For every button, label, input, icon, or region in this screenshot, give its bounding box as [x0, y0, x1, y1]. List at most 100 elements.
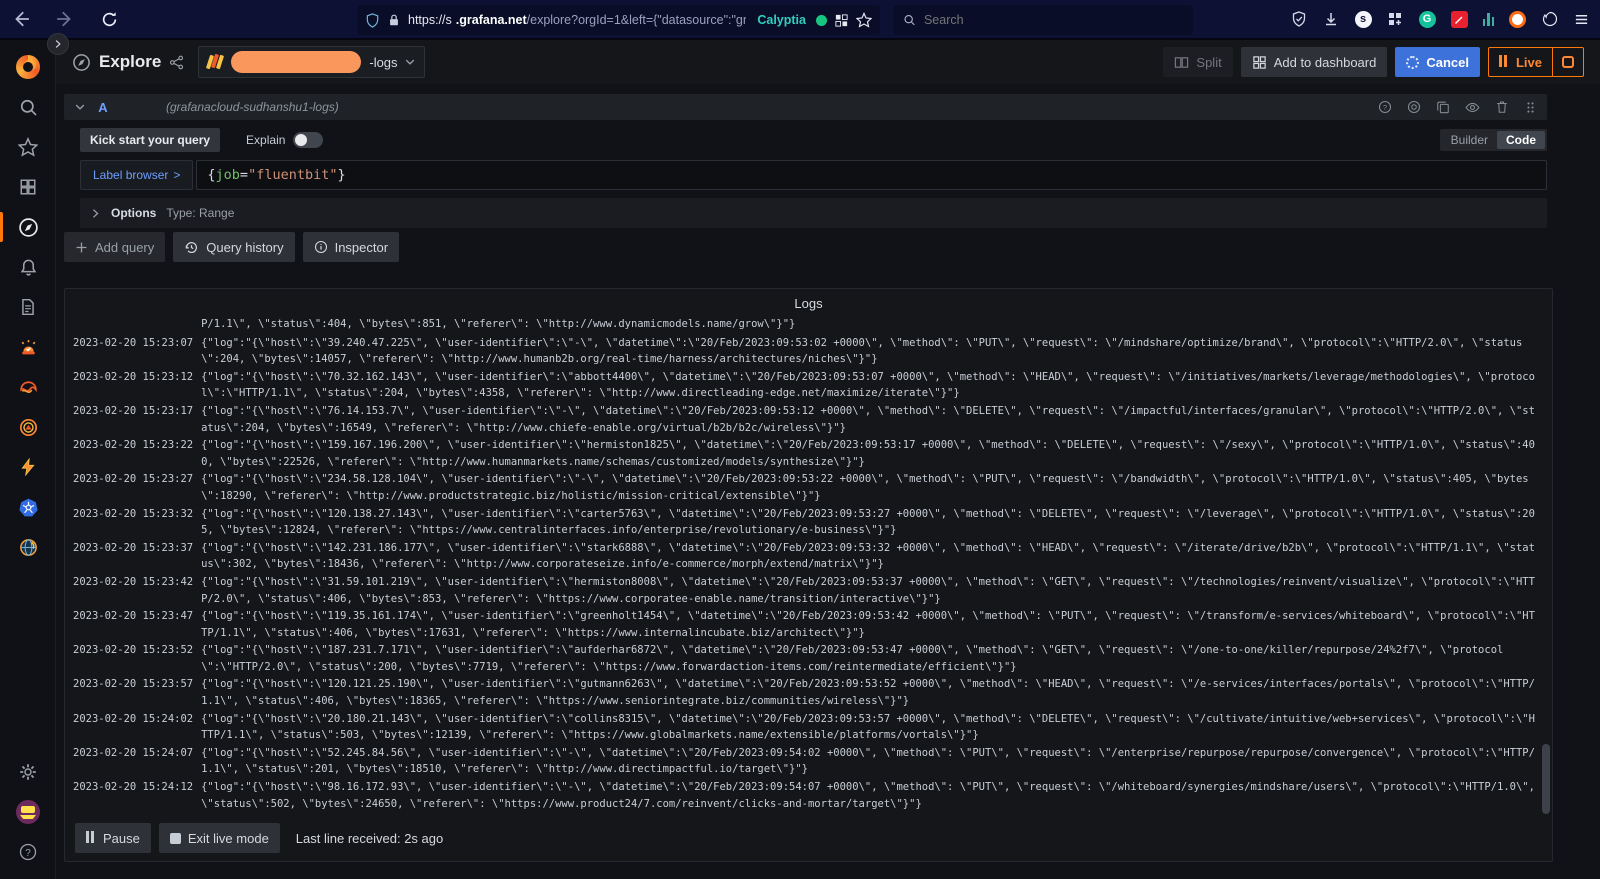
sidebar-item-dashboards[interactable]: [0, 172, 56, 202]
sidebar-item-kubernetes[interactable]: [0, 492, 56, 522]
exit-live-mode-button[interactable]: Exit live mode: [158, 823, 280, 853]
extension-s-icon[interactable]: s: [1354, 10, 1372, 28]
search-icon: [20, 99, 37, 116]
explain-toggle[interactable]: [293, 132, 324, 148]
log-row[interactable]: 2023-02-20 15:23:07 {"log":"{\"host\":\"…: [73, 335, 1540, 368]
log-row[interactable]: 2023-02-20 15:24:07 {"log":"{\"host\":\"…: [73, 745, 1540, 778]
log-row[interactable]: 2023-02-20 15:23:32 {"log":"{\"host\":\"…: [73, 506, 1540, 539]
sidebar-item-alerting[interactable]: [0, 252, 56, 282]
split-button[interactable]: Split: [1163, 47, 1233, 77]
log-row-partial[interactable]: 2023-02-20 15:23:02 P/1.1\", \"status\":…: [73, 319, 1540, 333]
datasource-picker[interactable]: -logs: [198, 46, 425, 78]
query-disable-icon[interactable]: [1407, 100, 1421, 114]
datasource-name-suffix: -logs: [369, 54, 398, 70]
log-row[interactable]: 2023-02-20 15:23:42 {"log":"{\"host\":\"…: [73, 574, 1540, 607]
sidebar-item-incident[interactable]: [0, 332, 56, 362]
globe-icon: [19, 538, 37, 556]
sidebar-item-performance-testing[interactable]: [0, 452, 56, 482]
compass-icon: [18, 217, 38, 237]
logs-scrollbar-thumb[interactable]: [1542, 744, 1550, 814]
lock-icon[interactable]: [387, 13, 401, 27]
sidebar-item-oncall[interactable]: [0, 412, 56, 442]
menu-hamburger-icon[interactable]: [1573, 11, 1590, 28]
query-history-button[interactable]: Query history: [173, 232, 295, 262]
log-row[interactable]: 2023-02-20 15:23:12 {"log":"{\"host\":\"…: [73, 369, 1540, 402]
log-message: {"log":"{\"host\":\"120.138.27.143\", \"…: [201, 507, 1535, 537]
log-timestamp: 2023-02-20 15:23:47: [73, 610, 194, 623]
query-duplicate-icon[interactable]: [1436, 100, 1450, 114]
log-row[interactable]: 2023-02-20 15:23:22 {"log":"{\"host\":\"…: [73, 437, 1540, 470]
bell-icon: [20, 259, 36, 276]
sidebar-expand-button[interactable]: [47, 33, 69, 55]
grammarly-icon[interactable]: G: [1418, 10, 1436, 28]
containers-icon[interactable]: [834, 13, 849, 28]
sidebar-item-administration[interactable]: [0, 757, 56, 787]
chevron-right-icon: [93, 208, 99, 218]
query-remove-trash-icon[interactable]: [1495, 100, 1509, 114]
mode-builder[interactable]: Builder: [1442, 131, 1497, 149]
sidebar-item-profile[interactable]: [0, 797, 56, 827]
live-pause-button[interactable]: Live: [1489, 48, 1553, 76]
cancel-button[interactable]: Cancel: [1395, 47, 1480, 77]
log-row[interactable]: 2023-02-20 15:23:52 {"log":"{\"host\":\"…: [73, 642, 1540, 675]
share-icon[interactable]: [169, 55, 184, 70]
reload-icon[interactable]: [98, 8, 120, 30]
sidebar-item-machine-learning[interactable]: [0, 372, 56, 402]
star-icon: [18, 137, 38, 157]
pause-button[interactable]: Pause: [75, 823, 151, 853]
log-row[interactable]: 2023-02-20 15:23:37 {"log":"{\"host\":\"…: [73, 540, 1540, 573]
log-row[interactable]: 2023-02-20 15:24:02 {"log":"{\"host\":\"…: [73, 711, 1540, 744]
query-code-editor[interactable]: {job = "fluentbit"}: [196, 160, 1547, 190]
collapse-chevron-icon[interactable]: [74, 101, 86, 113]
query-hide-eye-icon[interactable]: [1465, 100, 1480, 115]
privacy-shield-icon[interactable]: [1291, 11, 1308, 28]
tracking-shield-icon[interactable]: [365, 12, 380, 28]
query-row-header[interactable]: A (grafanacloud-sudhanshu1-logs) ?: [64, 94, 1547, 120]
container-dot-icon: [816, 14, 827, 26]
query-help-icon[interactable]: ?: [1378, 100, 1392, 114]
sidebar-item-explore[interactable]: [0, 212, 56, 242]
kick-start-button[interactable]: Kick start your query: [80, 128, 221, 152]
inspector-button[interactable]: Inspector: [302, 232, 400, 262]
analytics-extension-icon[interactable]: [1482, 12, 1494, 26]
add-to-dashboard-button[interactable]: Add to dashboard: [1240, 47, 1388, 77]
browser-search[interactable]: [893, 5, 1193, 35]
url-bar[interactable]: https://s .grafana.net/explore?orgId=1&le…: [357, 5, 880, 35]
dashboards-grid-icon: [20, 179, 36, 195]
log-row[interactable]: 2023-02-20 15:23:27 {"log":"{\"host\":\"…: [73, 471, 1540, 504]
options-row[interactable]: Options Type: Range: [80, 198, 1547, 228]
add-query-button[interactable]: Add query: [64, 232, 166, 262]
extensions-puzzle-icon[interactable]: [1387, 11, 1404, 28]
orange-extension-icon[interactable]: [1509, 10, 1526, 28]
log-row[interactable]: 2023-02-20 15:23:47 {"log":"{\"host\":\"…: [73, 608, 1540, 641]
sidebar-item-search[interactable]: [0, 92, 56, 122]
log-message: {"log":"{\"host\":\"187.231.7.171\", \"u…: [201, 644, 1504, 673]
editor-extension-icon[interactable]: [1450, 10, 1468, 28]
log-row[interactable]: 2023-02-20 15:23:17 {"log":"{\"host\":\"…: [73, 403, 1540, 436]
history-icon: [186, 241, 198, 253]
firefox-account-icon[interactable]: [1541, 11, 1558, 28]
sidebar-item-grafana-home[interactable]: [0, 52, 56, 82]
back-icon[interactable]: [10, 8, 32, 30]
sidebar-item-synthetic-monitoring[interactable]: [0, 532, 56, 562]
log-message: {"log":"{\"host\":\"120.121.25.190\", \"…: [201, 678, 1535, 708]
log-timestamp: 2023-02-20 15:23:37: [73, 541, 194, 554]
label-browser-button[interactable]: Label browser >: [80, 160, 194, 190]
downloads-icon[interactable]: [1323, 11, 1340, 28]
mode-code[interactable]: Code: [1497, 131, 1545, 149]
forward-icon[interactable]: [54, 8, 76, 30]
query-drag-handle-icon[interactable]: [1524, 101, 1537, 114]
search-input[interactable]: [923, 13, 1183, 27]
log-row[interactable]: 2023-02-20 15:23:57 {"log":"{\"host\":\"…: [73, 676, 1540, 709]
chevron-right-icon: >: [173, 168, 181, 182]
loading-spinner-icon: [1406, 55, 1420, 69]
sidebar-item-documentation[interactable]: [0, 292, 56, 322]
log-timestamp: 2023-02-20 15:23:27: [73, 473, 194, 486]
sidebar-item-help[interactable]: ?: [0, 837, 56, 867]
log-message: {"log":"{\"host\":\"70.32.162.143\", \"u…: [201, 370, 1535, 400]
avatar: [16, 800, 40, 824]
sidebar-item-starred[interactable]: [0, 132, 56, 162]
live-stop-button[interactable]: [1553, 48, 1583, 76]
log-row[interactable]: 2023-02-20 15:24:12 {"log":"{\"host\":\"…: [73, 779, 1540, 811]
bookmark-star-icon[interactable]: [856, 12, 872, 28]
